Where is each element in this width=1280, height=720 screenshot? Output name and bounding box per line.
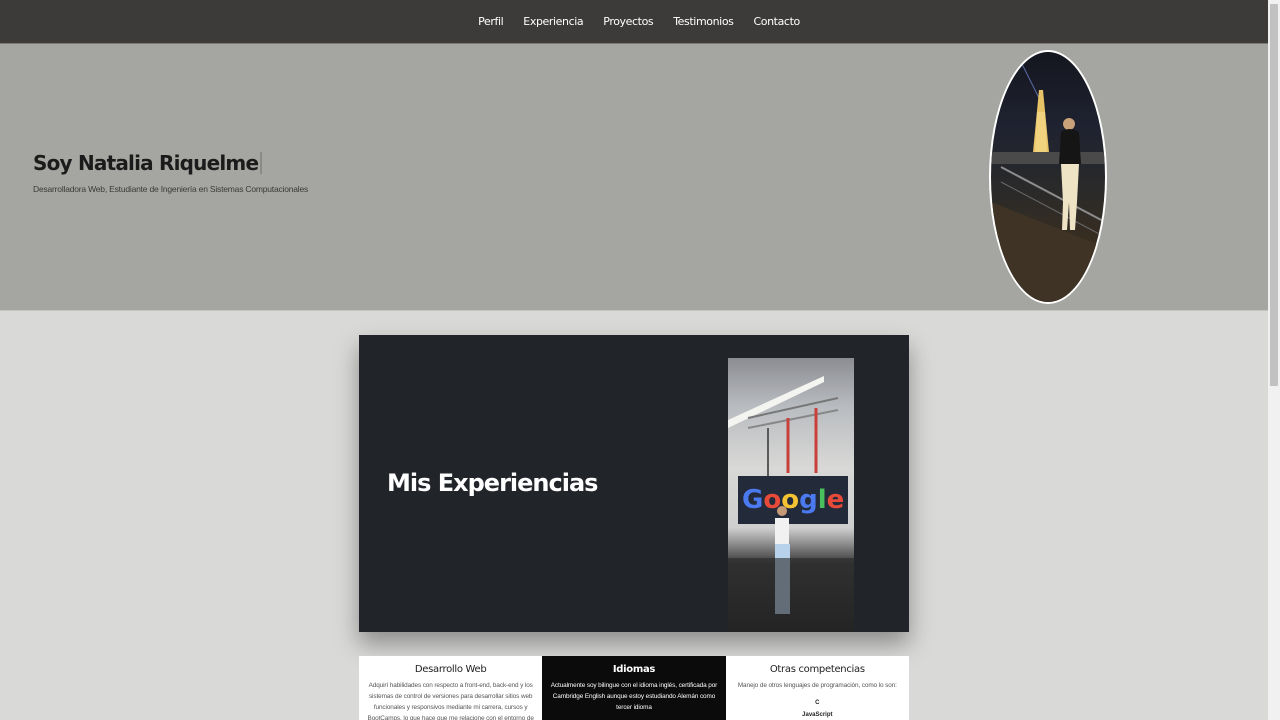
- skill-title: Desarrollo Web: [414, 664, 487, 675]
- hero-title: Soy Natalia Riquelme: [33, 151, 263, 175]
- hero-subtitle: Desarrolladora Web, Estudiante de Ingeni…: [33, 184, 309, 194]
- skill-card-idiomas: Idiomas Actualmente soy bilingue con el …: [542, 656, 726, 720]
- profile-photo-illustration: [991, 61, 1105, 302]
- experience-photo-illustration: Google: [728, 376, 854, 632]
- nav-link-perfil[interactable]: Perfil: [478, 15, 504, 28]
- skill-title: Otras competencias: [769, 664, 865, 675]
- nav-list: Perfil Experiencia Proyectos Testimonios…: [478, 15, 800, 28]
- skill-description: Adquirí habilidades con respecto a front…: [367, 682, 534, 720]
- skill-description: Actualmente soy bilingue con el idioma i…: [550, 682, 718, 711]
- top-navbar: Perfil Experiencia Proyectos Testimonios…: [0, 0, 1268, 44]
- experience-card: Mis Experiencias Google: [359, 335, 909, 632]
- skill-description: Manejo de otros lenguajes de programació…: [737, 682, 897, 689]
- hero-title-text: Soy Natalia Riquelme: [33, 151, 259, 175]
- skill-title: Idiomas: [612, 664, 656, 675]
- nav-link-proyectos[interactable]: Proyectos: [603, 15, 653, 28]
- hero-section: Soy Natalia Riquelme Desarrolladora Web,…: [0, 44, 1268, 311]
- nav-link-experiencia[interactable]: Experiencia: [523, 15, 583, 28]
- skill-card-web: Desarrollo Web Adquirí habilidades con r…: [359, 656, 543, 720]
- skill-card-otras: Otras competencias Manejo de otros lengu…: [725, 656, 909, 720]
- list-item: C: [815, 700, 820, 706]
- nav-link-contacto[interactable]: Contacto: [754, 15, 801, 28]
- experience-photo: Google: [728, 358, 854, 632]
- scrollbar-thumb[interactable]: [1270, 4, 1278, 386]
- typing-cursor: [260, 152, 263, 174]
- nav-link-testimonios[interactable]: Testimonios: [673, 15, 734, 28]
- profile-photo: [989, 50, 1107, 304]
- experience-title: Mis Experiencias: [387, 469, 598, 497]
- skills-row: Desarrollo Web Adquirí habilidades con r…: [359, 656, 909, 720]
- svg-text:Google: Google: [742, 485, 844, 515]
- languages-list: C JavaScript: [734, 697, 901, 720]
- page-scrollbar[interactable]: [1268, 0, 1280, 720]
- list-item: JavaScript: [802, 712, 833, 718]
